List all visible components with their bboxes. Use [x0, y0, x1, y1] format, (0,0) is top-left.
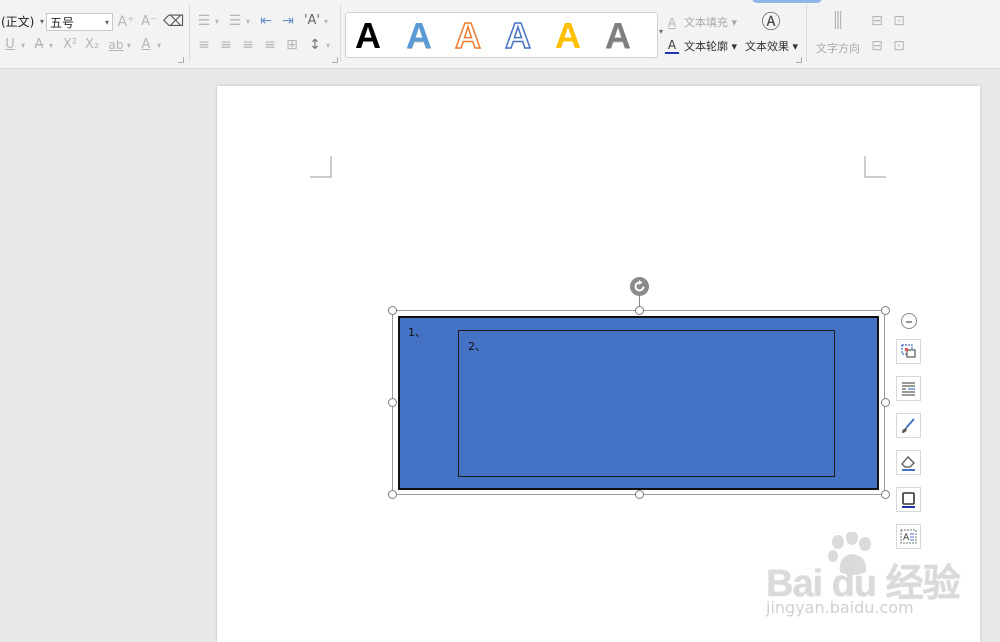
shape-outline-button[interactable] — [896, 450, 921, 475]
text-direction-icon: ⫼ — [833, 8, 843, 32]
shape-layout-icon — [901, 344, 916, 358]
decrease-indent-icon[interactable]: ⇤ — [257, 13, 275, 29]
style-blue-gradient[interactable]: A — [406, 16, 432, 56]
bullet-list-icon[interactable]: ☰ — [195, 13, 213, 29]
justify-icon[interactable]: ≡ — [261, 37, 279, 53]
text-fill-label: 文本填充 — [684, 16, 728, 29]
chevron-down-icon[interactable]: ▾ — [324, 38, 332, 54]
chevron-down-icon[interactable]: ▾ — [213, 14, 221, 30]
break-link-icon[interactable]: ⊡ — [890, 38, 908, 54]
font-color-icon[interactable]: A — [139, 37, 153, 53]
collapse-toolbar-button[interactable] — [901, 313, 917, 329]
text-outline-label: 文本轮廓 — [684, 40, 728, 53]
style-gray-gradient[interactable]: A — [605, 16, 631, 56]
underline-icon[interactable]: U — [3, 37, 17, 53]
group-separator — [806, 4, 807, 62]
subscript-icon[interactable]: X₂ — [84, 37, 100, 53]
create-link-icon[interactable]: ⊟ — [868, 38, 886, 54]
resize-handle-bottom-right[interactable] — [881, 490, 890, 499]
text-direction-button[interactable]: 文字方向 — [816, 42, 860, 56]
font-size-value: 五号 — [50, 16, 75, 30]
chevron-down-icon[interactable]: ▾ — [19, 38, 27, 54]
resize-handle-left[interactable] — [388, 398, 397, 407]
chevron-down-icon[interactable]: ▾ — [155, 38, 163, 54]
crop-mark-top-right — [864, 156, 886, 178]
chevron-down-icon[interactable]: ▾ — [322, 14, 330, 30]
chevron-down-icon: ▾ — [104, 18, 109, 27]
style-orange-outline[interactable]: A — [454, 15, 482, 57]
rotate-handle[interactable] — [630, 277, 649, 296]
change-case-icon[interactable]: 'A' — [302, 13, 322, 29]
strikethrough-icon[interactable]: A — [32, 37, 46, 53]
text-effects-icon: Ⓐ — [761, 11, 781, 33]
font-name-value: (正文) — [1, 15, 35, 29]
text-style-gallery: A A A A A A ▾ — [345, 12, 663, 58]
text-wrap-button[interactable] — [896, 376, 921, 401]
increase-indent-icon[interactable]: ⇥ — [279, 13, 297, 29]
text-outline-button[interactable]: 文本轮廓 ▾ — [684, 40, 737, 54]
font-name-select[interactable]: (正文) ▾ — [0, 13, 44, 31]
border-icon — [902, 492, 915, 508]
dialog-launcher-icon[interactable] — [332, 57, 338, 63]
numbered-list-icon[interactable]: ☰ — [226, 13, 244, 29]
chevron-down-icon[interactable]: ▾ — [244, 14, 252, 30]
style-gold-solid[interactable]: A — [555, 16, 581, 56]
chevron-down-icon: ▾ — [39, 17, 44, 26]
crop-mark-top-left — [310, 156, 332, 178]
chevron-down-icon[interactable]: ▾ — [125, 38, 133, 54]
font-size-select[interactable]: 五号 ▾ — [46, 13, 113, 31]
text-box-icon: A — [900, 529, 917, 544]
resize-handle-bottom[interactable] — [635, 490, 644, 499]
text-fill-button[interactable]: 文本填充 ▾ — [684, 16, 737, 30]
dialog-launcher-icon[interactable] — [796, 57, 802, 63]
style-blue-outline[interactable]: A — [504, 15, 532, 57]
align-left-icon[interactable]: ≡ — [195, 37, 213, 53]
group-separator — [340, 4, 341, 62]
grow-font-icon[interactable]: A⁺ — [117, 14, 135, 30]
active-tab-indicator[interactable] — [752, 0, 822, 3]
align-right-icon[interactable]: ≡ — [239, 37, 257, 53]
border-button[interactable] — [896, 487, 921, 512]
align-text-icon[interactable]: ⊟ — [868, 13, 886, 29]
shape-layout-button[interactable] — [896, 339, 921, 364]
minus-icon — [906, 321, 912, 323]
dialog-launcher-icon[interactable] — [178, 57, 184, 63]
resize-handle-top-left[interactable] — [388, 306, 397, 315]
text-wrap-icon — [902, 382, 915, 396]
selection-frame — [392, 310, 885, 495]
line-spacing-icon[interactable]: ↕ — [306, 37, 324, 53]
resize-handle-top-right[interactable] — [881, 306, 890, 315]
gallery-more-icon[interactable]: ▾ — [659, 27, 663, 36]
align-center-icon[interactable]: ≡ — [217, 37, 235, 53]
shape-fill-brush-icon — [902, 418, 915, 433]
watermark-url: jingyan.baidu.com — [766, 598, 914, 617]
highlight-icon[interactable]: ab — [107, 37, 125, 53]
group-separator — [189, 4, 190, 62]
text-box-button[interactable]: A — [896, 524, 921, 549]
resize-handle-bottom-left[interactable] — [388, 490, 397, 499]
text-direction-label: 文字方向 — [816, 42, 860, 55]
shape-fill-button[interactable] — [896, 413, 921, 438]
clear-format-icon[interactable]: ⌫ — [163, 13, 184, 29]
distributed-icon[interactable]: ⊞ — [283, 37, 301, 53]
text-fill-icon: A — [667, 16, 677, 30]
ribbon-toolbar: (正文) ▾ 五号 ▾ A⁺ A⁻ ⌫ U ▾ A ▾ X² X₂ ab ▾ A… — [0, 0, 1000, 69]
resize-handle-top[interactable] — [635, 306, 644, 315]
text-outline-icon: A — [665, 39, 679, 54]
shrink-font-icon[interactable]: A⁻ — [140, 14, 158, 30]
style-black-solid[interactable]: A — [355, 16, 381, 56]
text-effects-label: 文本效果 — [745, 40, 789, 53]
text-effects-button[interactable]: 文本效果 ▾ — [745, 40, 798, 54]
resize-handle-right[interactable] — [881, 398, 890, 407]
superscript-icon[interactable]: X² — [62, 37, 78, 53]
text-box-link-icon[interactable]: ⊡ — [890, 13, 908, 29]
chevron-down-icon[interactable]: ▾ — [47, 38, 55, 54]
rotate-icon — [634, 280, 645, 292]
shape-outline-icon — [901, 456, 915, 471]
svg-text:A: A — [903, 533, 910, 543]
